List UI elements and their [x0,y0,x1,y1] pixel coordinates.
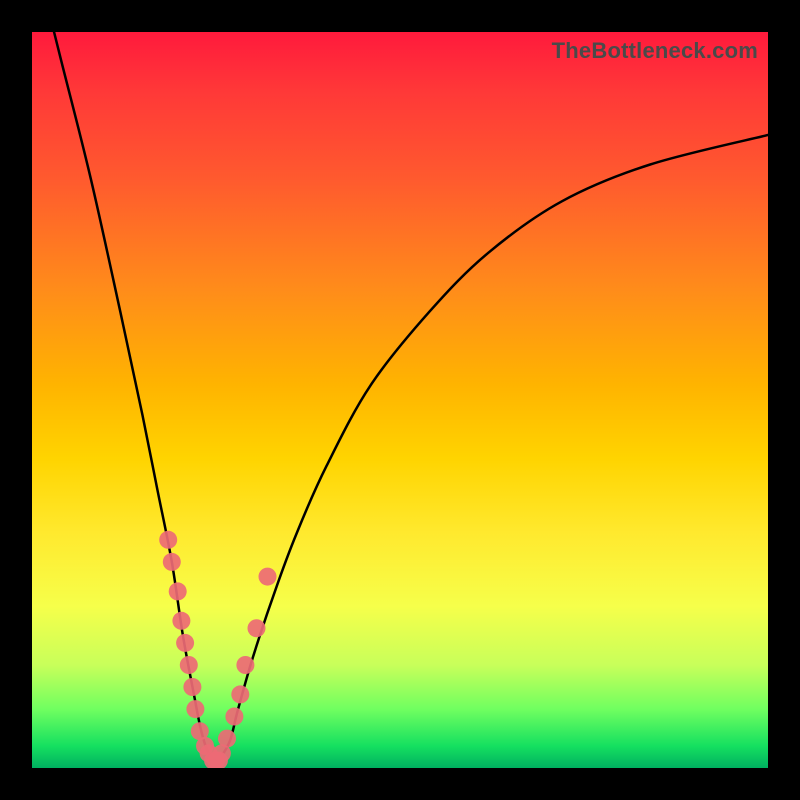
marker-dot [236,656,254,674]
marker-dot [231,685,249,703]
marker-dot [259,568,277,586]
marker-dot [172,612,190,630]
sample-markers [159,531,276,768]
marker-dot [159,531,177,549]
chart-frame: TheBottleneck.com [0,0,800,800]
plot-area: TheBottleneck.com [32,32,768,768]
marker-dot [169,582,187,600]
marker-dot [180,656,198,674]
marker-dot [183,678,201,696]
bottleneck-curve [32,32,768,761]
marker-dot [186,700,204,718]
marker-dot [176,634,194,652]
marker-dot [163,553,181,571]
chart-svg [32,32,768,768]
marker-dot [248,619,266,637]
marker-dot [218,730,236,748]
marker-dot [225,708,243,726]
